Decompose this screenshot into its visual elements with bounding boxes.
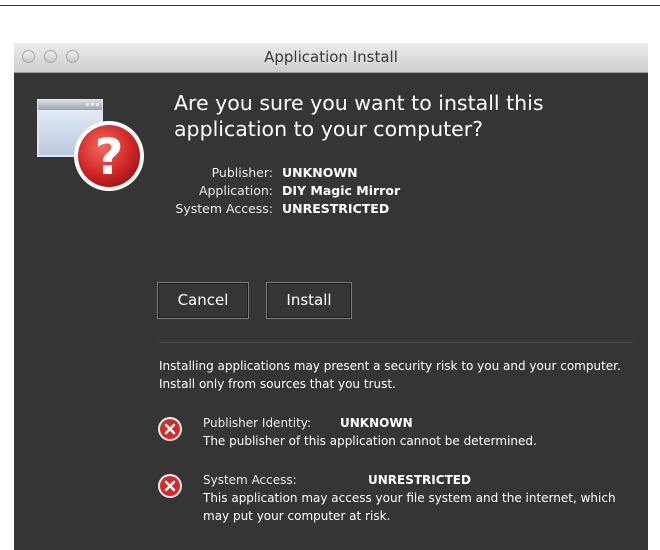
top-divider xyxy=(0,5,660,6)
application-label: Application: xyxy=(198,183,273,198)
confirmation-heading: Are you sure you want to install this ap… xyxy=(174,91,544,141)
publisher-label: Publisher: xyxy=(211,165,273,180)
svg-text:?: ? xyxy=(94,128,123,186)
system-access-label: System Access: xyxy=(175,201,273,216)
title-bar[interactable]: Application Install xyxy=(14,43,648,73)
risk-system-access-description: This application may access your file sy… xyxy=(203,491,616,523)
risk-publisher-text: Publisher Identity: UNKNOWN The publishe… xyxy=(203,414,633,450)
detail-row-system-access: System Access: UNRESTRICTED xyxy=(159,200,400,218)
publisher-value: UNKNOWN xyxy=(282,165,358,180)
cancel-button[interactable]: Cancel xyxy=(157,282,249,319)
risk-system-access-head: System Access: UNRESTRICTED xyxy=(203,471,633,489)
risk-system-access-value: UNRESTRICTED xyxy=(368,473,471,487)
error-icon xyxy=(158,417,182,441)
security-warning-text: Installing applications may present a se… xyxy=(159,359,621,391)
risk-system-access-label: System Access: xyxy=(203,473,297,487)
window-title: Application Install xyxy=(264,48,398,66)
error-icon xyxy=(158,474,182,498)
detail-row-application: Application: DIY Magic Mirror xyxy=(159,182,400,200)
install-button[interactable]: Install xyxy=(266,282,352,319)
section-divider xyxy=(159,342,633,343)
risk-publisher-value: UNKNOWN xyxy=(340,416,413,430)
risk-system-access-text: System Access: UNRESTRICTED This applica… xyxy=(203,471,633,525)
system-access-value: UNRESTRICTED xyxy=(282,201,390,216)
application-value: DIY Magic Mirror xyxy=(282,183,401,198)
detail-row-publisher: Publisher: UNKNOWN xyxy=(159,164,400,182)
risk-publisher-label: Publisher Identity: xyxy=(203,416,312,430)
app-details: Publisher: UNKNOWN Application: DIY Magi… xyxy=(159,164,400,218)
install-dialog-window: Application Install ? Are you sure you w… xyxy=(14,43,648,550)
question-mark-app-icon: ? xyxy=(37,99,144,191)
risk-publisher-head: Publisher Identity: UNKNOWN xyxy=(203,414,633,432)
risk-publisher-description: The publisher of this application cannot… xyxy=(203,434,537,448)
